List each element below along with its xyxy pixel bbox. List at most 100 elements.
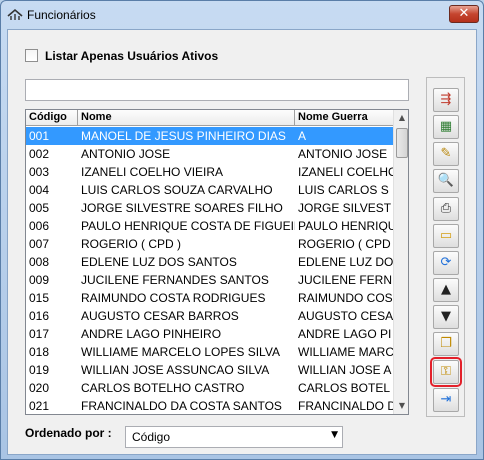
pencil-eraser-icon: ✎	[440, 146, 452, 161]
key-icon: ⚿	[441, 364, 451, 379]
cell-nome-guerra: PAULO HENRIQU	[298, 219, 394, 233]
cell-codigo: 016	[29, 309, 50, 323]
cell-codigo: 020	[29, 381, 50, 395]
key-button[interactable]: ⚿	[430, 357, 462, 387]
folder-icon: ▭	[439, 228, 453, 243]
cell-codigo: 008	[29, 255, 50, 269]
cell-nome: LUIS CARLOS SOUZA CARVALHO	[81, 183, 273, 197]
cell-codigo: 004	[29, 183, 50, 197]
cell-nome-guerra: RAIMUNDO COS	[298, 291, 393, 305]
action-toolbar: ⇶ ▦ ✎ 🔍 ⎙ ▭ ⟳ ▲ ▼ ❐ ⚿ ⇥	[426, 77, 465, 417]
cell-nome-guerra: ANTONIO JOSE	[298, 147, 388, 161]
table-row[interactable]: 021 FRANCINALDO DA COSTA SANTOS FRANCINALD…	[26, 397, 394, 414]
table-row[interactable]: 005 JORGE SILVESTRE SOARES FILHO JORGE SIL…	[26, 199, 394, 217]
vertical-scrollbar[interactable]: ▲ ▼	[393, 110, 408, 414]
sort-label: Ordenado por :	[25, 426, 112, 440]
column-header-nome[interactable]: Nome	[78, 110, 295, 126]
table-row[interactable]: 006 PAULO HENRIQUE COSTA DE FIGUEIRI PAULO…	[26, 217, 394, 235]
refresh-icon: ⟳	[440, 255, 452, 270]
table-row[interactable]: 017 ANDRE LAGO PINHEIRO ANDRE LAGO PI	[26, 325, 394, 343]
cell-nome-guerra: A	[298, 129, 307, 143]
cell-nome-guerra: LUIS CARLOS S	[298, 183, 389, 197]
table-row[interactable]: 002 ANTONIO JOSE ANTONIO JOSE	[26, 145, 394, 163]
move-up-button[interactable]: ▲	[433, 278, 459, 302]
table-row[interactable]: 008 EDLENE LUZ DOS SANTOS EDLENE LUZ DO	[26, 253, 394, 271]
active-only-checkbox[interactable]	[25, 49, 38, 62]
table-row[interactable]: 018 WILLIAME MARCELO LOPES SILVA WILLIAME …	[26, 343, 394, 361]
exit-button[interactable]: ⇥	[433, 388, 459, 412]
cell-nome: IZANELI COELHO VIEIRA	[81, 165, 224, 179]
cell-nome: JUCILENE FERNANDES SANTOS	[81, 273, 269, 287]
print-preview-icon: 🔍	[437, 173, 455, 188]
grid-header: Código Nome Nome Guerra	[26, 110, 394, 126]
table-row[interactable]: 016 AUGUSTO CESAR BARROS AUGUSTO CESA	[26, 307, 394, 325]
cell-nome: ANTONIO JOSE	[81, 147, 171, 161]
scroll-down-icon[interactable]: ▼	[394, 398, 408, 414]
move-down-button[interactable]: ▼	[433, 305, 459, 329]
window-content: Listar Apenas Usuários Ativos Código Nom…	[7, 29, 477, 455]
window-title: Funcionários	[27, 8, 96, 22]
cell-codigo: 015	[29, 291, 50, 305]
copy-button[interactable]: ❐	[433, 332, 459, 356]
exit-door-icon: ⇥	[440, 392, 452, 407]
cell-nome: FRANCINALDO DA COSTA SANTOS	[81, 399, 282, 413]
cell-nome-guerra: WILLIAME MARC	[298, 345, 394, 359]
cell-codigo: 021	[29, 399, 50, 413]
column-header-nome-guerra[interactable]: Nome Guerra	[295, 110, 394, 126]
cell-nome-guerra: FRANCINALDO D	[298, 399, 394, 413]
open-folder-button[interactable]: ▭	[433, 224, 459, 248]
eraser-button[interactable]: ✎	[433, 142, 459, 166]
cell-nome-guerra: ROGERIO ( CPD	[298, 237, 391, 251]
table-row[interactable]: 003 IZANELI COELHO VIEIRA IZANELI COELHO	[26, 163, 394, 181]
active-only-label[interactable]: Listar Apenas Usuários Ativos	[45, 49, 218, 63]
print-button[interactable]: ⎙	[433, 197, 459, 221]
edit-grid-icon: ▦	[439, 119, 453, 134]
cell-nome: ROGERIO ( CPD )	[81, 237, 182, 251]
cell-nome: EDLENE LUZ DOS SANTOS	[81, 255, 237, 269]
arrow-down-icon: ▼	[441, 309, 451, 324]
insert-row-button[interactable]: ⇶	[433, 88, 459, 112]
table-row[interactable]: 007 ROGERIO ( CPD ) ROGERIO ( CPD	[26, 235, 394, 253]
cell-nome-guerra: WILLIAN JOSE A	[298, 363, 392, 377]
table-row[interactable]: 019 WILLIAN JOSE ASSUNCAO SILVA WILLIAN JO…	[26, 361, 394, 379]
cell-nome: ANDRE LAGO PINHEIRO	[81, 327, 222, 341]
arrow-up-icon: ▲	[441, 282, 451, 297]
cell-codigo: 003	[29, 165, 50, 179]
funcionarios-window: Funcionários ✕ Listar Apenas Usuários At…	[0, 0, 484, 460]
cell-nome: AUGUSTO CESAR BARROS	[81, 309, 239, 323]
refresh-button[interactable]: ⟳	[433, 251, 459, 275]
scroll-thumb[interactable]	[396, 128, 408, 158]
cell-nome: JORGE SILVESTRE SOARES FILHO	[81, 201, 283, 215]
edit-record-button[interactable]: ▦	[433, 115, 459, 139]
copy-icon: ❐	[440, 336, 452, 351]
cell-nome: WILLIAN JOSE ASSUNCAO SILVA	[81, 363, 270, 377]
cell-codigo: 002	[29, 147, 50, 161]
cell-nome-guerra: IZANELI COELHO	[298, 165, 394, 179]
cell-nome: CARLOS BOTELHO CASTRO	[81, 381, 245, 395]
scroll-up-icon[interactable]: ▲	[394, 110, 408, 126]
table-row[interactable]: 001 MANOEL DE JESUS PINHEIRO DIAS A	[26, 127, 394, 145]
table-row[interactable]: 020 CARLOS BOTELHO CASTRO CARLOS BOTEL	[26, 379, 394, 397]
chevron-down-icon[interactable]: ▼	[331, 430, 338, 440]
employees-grid[interactable]: Código Nome Nome Guerra 001 MANOEL DE JES…	[25, 109, 409, 415]
preview-button[interactable]: 🔍	[433, 169, 459, 193]
table-row[interactable]: 015 RAIMUNDO COSTA RODRIGUES RAIMUNDO COS	[26, 289, 394, 307]
column-header-codigo[interactable]: Código	[26, 110, 78, 126]
cell-codigo: 009	[29, 273, 50, 287]
sort-select[interactable]: Código ▼	[125, 426, 343, 448]
cell-nome: RAIMUNDO COSTA RODRIGUES	[81, 291, 266, 305]
cell-nome-guerra: JORGE SILVEST	[298, 201, 392, 215]
cell-codigo: 006	[29, 219, 50, 233]
cell-nome-guerra: EDLENE LUZ DO	[298, 255, 394, 269]
close-button[interactable]: ✕	[449, 5, 479, 23]
insert-row-icon: ⇶	[440, 92, 452, 107]
table-row[interactable]: 004 LUIS CARLOS SOUZA CARVALHO LUIS CARLOS…	[26, 181, 394, 199]
cell-codigo: 001	[29, 129, 50, 143]
close-icon: ✕	[458, 6, 470, 21]
cell-codigo: 019	[29, 363, 50, 377]
title-bar[interactable]: Funcionários ✕	[1, 1, 483, 29]
cell-nome: MANOEL DE JESUS PINHEIRO DIAS	[81, 129, 286, 143]
search-input[interactable]	[25, 79, 409, 101]
table-row[interactable]: 009 JUCILENE FERNANDES SANTOS JUCILENE FER…	[26, 271, 394, 289]
cell-codigo: 007	[29, 237, 50, 251]
